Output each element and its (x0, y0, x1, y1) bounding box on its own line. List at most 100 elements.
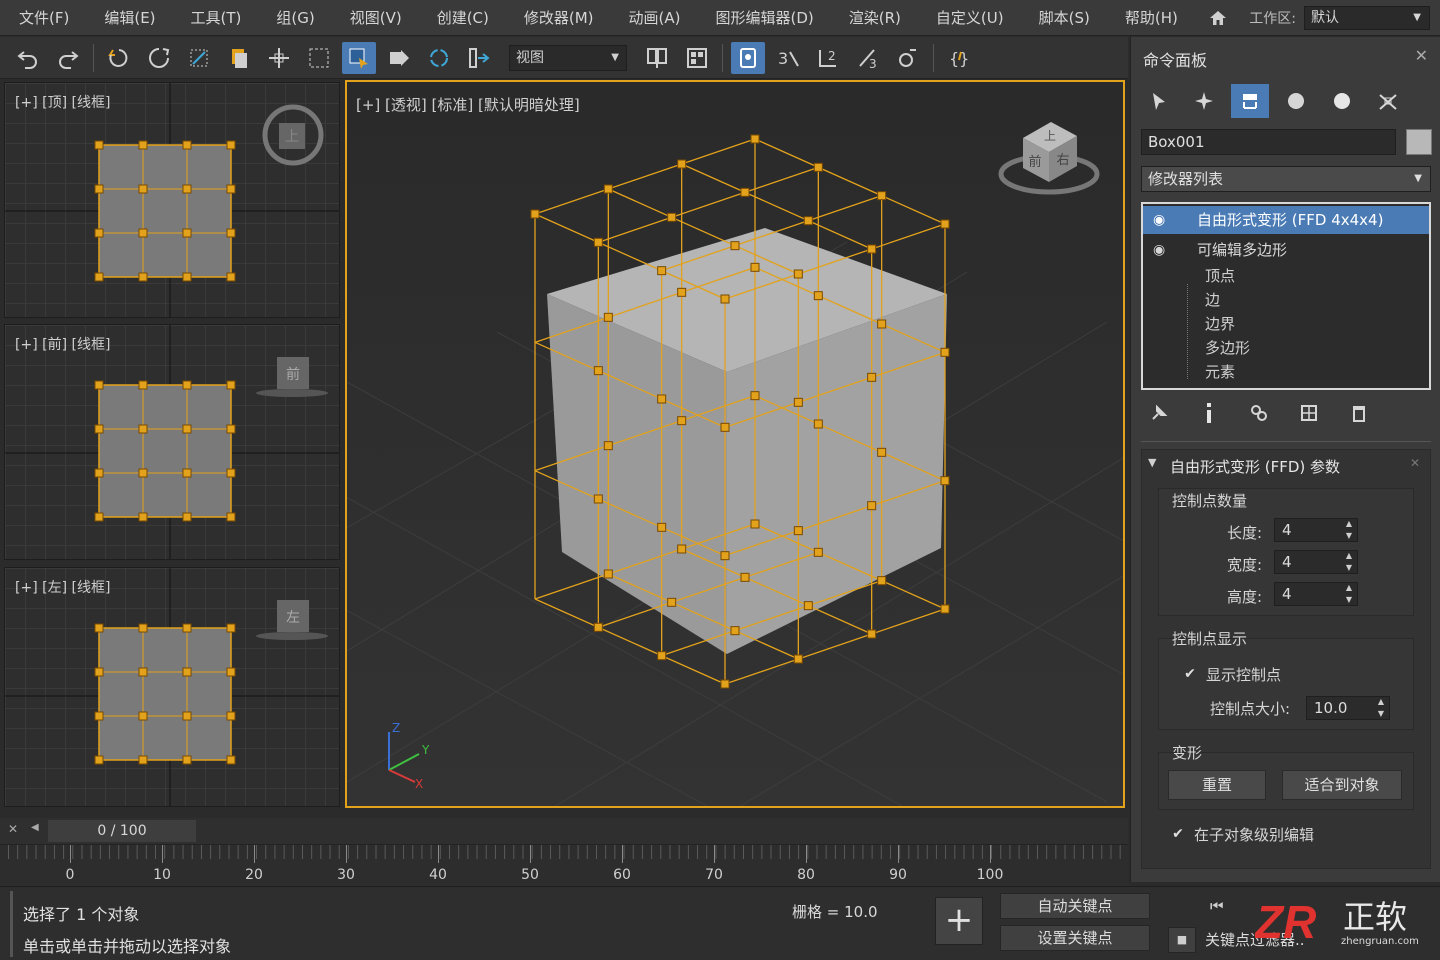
tab-create[interactable] (1139, 84, 1177, 118)
control-point[interactable] (226, 424, 236, 434)
control-point[interactable] (793, 397, 803, 407)
key-mode-icon[interactable]: ■ (1168, 927, 1196, 953)
stack-item-editable-poly[interactable]: ◉ 可编辑多边形 (1143, 236, 1429, 264)
add-key-button[interactable]: + (935, 897, 983, 945)
pin-stack-button[interactable] (1141, 398, 1177, 428)
menu-modifiers[interactable]: 修改器(M) (505, 0, 610, 36)
control-point[interactable] (730, 626, 740, 636)
control-point[interactable] (94, 424, 104, 434)
control-point[interactable] (720, 294, 730, 304)
control-point[interactable] (138, 512, 148, 522)
control-point[interactable] (138, 380, 148, 390)
control-point[interactable] (877, 447, 887, 457)
viewport-top[interactable]: [+] [顶] [线框] 上 (4, 82, 340, 318)
select-region-button[interactable] (302, 42, 336, 74)
control-point[interactable] (182, 184, 192, 194)
eye-icon[interactable]: ◉ (1153, 206, 1165, 234)
control-point[interactable] (720, 551, 730, 561)
control-point[interactable] (530, 209, 540, 219)
control-point[interactable] (803, 601, 813, 611)
close-icon[interactable]: ✕ (8, 822, 18, 836)
control-point[interactable] (138, 184, 148, 194)
control-point[interactable] (677, 544, 687, 554)
control-point[interactable] (226, 667, 236, 677)
control-point[interactable] (940, 604, 950, 614)
control-point[interactable] (750, 519, 760, 529)
set-key-button[interactable]: 设置关键点 (1000, 925, 1150, 951)
control-point[interactable] (867, 501, 877, 511)
snaps-toggle-button[interactable] (731, 41, 765, 74)
control-point[interactable] (94, 468, 104, 478)
control-point[interactable] (750, 391, 760, 401)
control-point[interactable] (226, 711, 236, 721)
control-point[interactable] (182, 380, 192, 390)
spinner-snap-button[interactable] (891, 42, 925, 74)
control-point[interactable] (138, 623, 148, 633)
control-point[interactable] (138, 667, 148, 677)
control-point[interactable] (138, 272, 148, 282)
control-point[interactable] (94, 140, 104, 150)
home-icon[interactable] (1209, 10, 1227, 26)
percent-snap-button[interactable]: 3 (851, 42, 885, 74)
control-point[interactable] (867, 244, 877, 254)
control-point[interactable] (867, 629, 877, 639)
control-point[interactable] (940, 476, 950, 486)
control-point[interactable] (940, 347, 950, 357)
window-crossing-button[interactable] (342, 41, 376, 74)
keyboard-shortcut-toggle-button[interactable] (680, 42, 714, 74)
control-point[interactable] (94, 228, 104, 238)
control-point[interactable] (793, 269, 803, 279)
control-point[interactable] (94, 755, 104, 765)
tab-motion[interactable] (1277, 84, 1315, 118)
modifier-list-dropdown[interactable]: 修改器列表 ▼ (1141, 166, 1431, 192)
control-point[interactable] (750, 134, 760, 144)
height-spinner[interactable]: 4 ▲ ▼ (1274, 582, 1358, 606)
control-point[interactable] (226, 623, 236, 633)
control-point[interactable] (813, 547, 823, 557)
select-and-move-button[interactable] (382, 42, 416, 74)
control-point[interactable] (603, 184, 613, 194)
tab-display[interactable] (1323, 84, 1361, 118)
menu-tools[interactable]: 工具(T) (172, 0, 258, 36)
control-point[interactable] (182, 512, 192, 522)
control-point[interactable] (740, 187, 750, 197)
auto-key-button[interactable]: 自动关键点 (1000, 893, 1150, 919)
go-to-start-icon[interactable]: ⏮ (1210, 897, 1224, 915)
close-icon[interactable]: ✕ (1415, 46, 1428, 65)
control-point[interactable] (867, 372, 877, 382)
control-point[interactable] (877, 191, 887, 201)
control-point[interactable] (226, 184, 236, 194)
control-point[interactable] (138, 228, 148, 238)
tab-utilities[interactable] (1369, 84, 1407, 118)
control-point[interactable] (182, 272, 192, 282)
control-point[interactable] (813, 162, 823, 172)
control-point[interactable] (138, 711, 148, 721)
control-point[interactable] (793, 526, 803, 536)
reference-coordinate-dropdown[interactable]: 视图 ▼ (509, 44, 627, 71)
control-point[interactable] (593, 494, 603, 504)
rotate-button[interactable] (422, 42, 456, 74)
show-control-points-checkbox[interactable]: ✔ (1182, 666, 1198, 682)
control-point[interactable] (657, 394, 667, 404)
pivot-center-button[interactable] (640, 42, 674, 74)
control-point[interactable] (94, 623, 104, 633)
control-point[interactable] (657, 651, 667, 661)
menu-scripting[interactable]: 脚本(S) (1020, 0, 1106, 36)
subobject-edge[interactable]: 边 (1205, 288, 1220, 312)
control-point[interactable] (677, 159, 687, 169)
control-point[interactable] (182, 755, 192, 765)
control-point[interactable] (667, 212, 677, 222)
spinner-arrows-icon[interactable]: ▲ ▼ (1378, 696, 1384, 720)
redo-button[interactable] (51, 42, 85, 74)
control-point[interactable] (750, 262, 760, 272)
control-point[interactable] (730, 241, 740, 251)
menu-rendering[interactable]: 渲染(R) (830, 0, 917, 36)
previous-frame-icon[interactable]: ◀ (31, 822, 39, 833)
configure-modifier-sets-button[interactable] (1291, 398, 1327, 428)
viewport-perspective[interactable]: 上 前 右 Z Y X [+] [透视] [标准] [默认明暗处理] (345, 80, 1125, 808)
sub-object-edit-checkbox[interactable]: ✔ (1170, 826, 1186, 842)
control-point[interactable] (877, 576, 887, 586)
control-point[interactable] (226, 272, 236, 282)
time-slider-thumb[interactable]: 0 / 100 (48, 820, 196, 842)
control-point[interactable] (182, 667, 192, 677)
